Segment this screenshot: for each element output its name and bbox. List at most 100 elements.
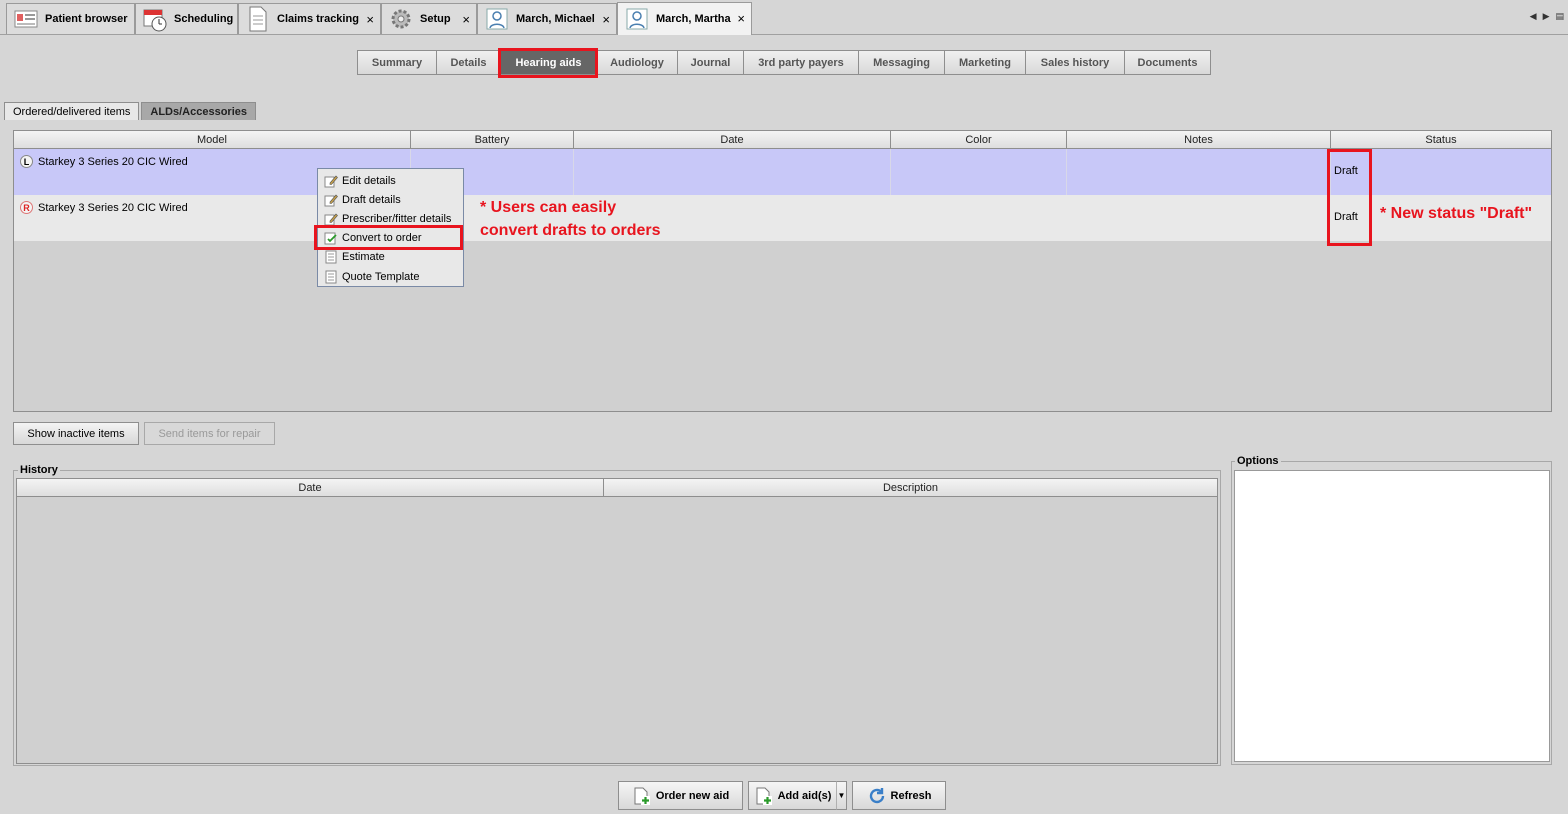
tab-label: March, Martha — [656, 13, 731, 25]
top-tab-bar: Patient browser Scheduling Claims tracki… — [0, 0, 1568, 35]
tab-claims-tracking[interactable]: Claims tracking × — [238, 3, 381, 34]
order-new-aid-button[interactable]: Order new aid — [618, 781, 743, 810]
tab-label: March, Michael — [516, 13, 595, 25]
tab-label: Setup — [420, 13, 451, 25]
color-cell — [891, 195, 1067, 241]
history-title: History — [18, 464, 60, 476]
calendar-clock-icon — [142, 6, 168, 32]
menu-item-label: Quote Template — [342, 270, 420, 283]
scroll-left-icon[interactable]: ◀ — [1530, 11, 1537, 22]
tab-patient-browser[interactable]: Patient browser — [6, 3, 135, 34]
annotation-line: convert drafts to orders — [480, 222, 661, 239]
tab-label: Claims tracking — [277, 13, 359, 25]
document-list-icon — [324, 270, 338, 284]
menu-item-convert-to-order[interactable]: Convert to order — [318, 229, 463, 248]
status-cell: Draft — [1331, 149, 1551, 195]
menu-item-label: Convert to order — [342, 232, 422, 245]
tab-sales-history[interactable]: Sales history — [1026, 50, 1125, 75]
close-icon[interactable]: × — [737, 11, 745, 26]
add-document-icon — [632, 786, 652, 806]
model-text: Starkey 3 Series 20 CIC Wired — [38, 155, 188, 168]
column-header[interactable]: Notes — [1067, 131, 1331, 149]
menu-item-label: Edit details — [342, 174, 396, 187]
model-text: Starkey 3 Series 20 CIC Wired — [38, 201, 188, 214]
tab-march-martha[interactable]: March, Martha × — [617, 2, 752, 35]
table-header: Model Battery Date Color Notes Status — [14, 131, 1551, 149]
show-inactive-items-button[interactable]: Show inactive items — [13, 422, 139, 445]
pencil-icon — [324, 212, 338, 226]
scroll-right-icon[interactable]: ▶ — [1543, 11, 1550, 22]
context-menu: Edit details Draft details Prescriber/fi… — [317, 168, 464, 287]
menu-item-draft-details[interactable]: Draft details — [318, 190, 463, 209]
tab-hearing-aids[interactable]: Hearing aids — [501, 50, 597, 75]
document-list-icon — [324, 250, 338, 264]
button-label: Refresh — [890, 789, 932, 802]
refresh-button[interactable]: Refresh — [852, 781, 946, 810]
column-header[interactable]: Model — [14, 131, 411, 149]
patient-browser-icon — [13, 6, 39, 32]
history-table: Date Description — [16, 478, 1218, 764]
table-row[interactable]: L Starkey 3 Series 20 CIC Wired Draft — [14, 149, 1551, 195]
table-row[interactable]: R Starkey 3 Series 20 CIC Wired Draft — [14, 195, 1551, 241]
tab-marketing[interactable]: Marketing — [945, 50, 1026, 75]
close-icon[interactable]: × — [366, 12, 374, 27]
add-aids-button[interactable]: Add aid(s) — [748, 781, 837, 810]
notes-cell — [1067, 149, 1331, 195]
left-ear-badge: L — [20, 155, 33, 168]
tab-ordered-delivered[interactable]: Ordered/delivered items — [4, 102, 140, 120]
tab-label: Patient browser — [45, 13, 128, 25]
options-title: Options — [1235, 455, 1281, 467]
annotation-line: * Users can easily — [480, 199, 617, 216]
tab-alds-accessories[interactable]: ALDs/Accessories — [141, 102, 256, 120]
menu-item-label: Estimate — [342, 251, 385, 264]
column-header[interactable]: Color — [891, 131, 1067, 149]
tab-summary[interactable]: Summary — [357, 50, 437, 75]
tab-journal[interactable]: Journal — [678, 50, 744, 75]
tab-documents[interactable]: Documents — [1125, 50, 1211, 75]
close-icon[interactable]: × — [602, 12, 610, 27]
color-cell — [891, 149, 1067, 195]
table-header: Date Description — [17, 479, 1217, 497]
status-text: Draft — [1334, 165, 1358, 177]
inner-tab-bar: Ordered/delivered items ALDs/Accessories — [4, 102, 256, 120]
convert-check-icon — [324, 231, 338, 245]
send-items-for-repair-button[interactable]: Send items for repair — [144, 422, 275, 445]
tab-march-michael[interactable]: March, Michael × — [477, 3, 617, 34]
tab-3rd-party-payers[interactable]: 3rd party payers — [744, 50, 859, 75]
column-header[interactable]: Date — [574, 131, 891, 149]
menu-item-estimate[interactable]: Estimate — [318, 248, 463, 267]
menu-item-edit-details[interactable]: Edit details — [318, 171, 463, 190]
column-header[interactable]: Description — [604, 479, 1217, 497]
close-icon[interactable]: × — [462, 12, 470, 27]
tab-list-icon[interactable]: ▤ — [1555, 11, 1564, 22]
column-header[interactable]: Battery — [411, 131, 574, 149]
button-label: Add aid(s) — [777, 789, 832, 802]
status-text: Draft — [1334, 211, 1358, 223]
notes-cell — [1067, 195, 1331, 241]
menu-item-label: Prescriber/fitter details — [342, 212, 452, 225]
tab-details[interactable]: Details — [437, 50, 501, 75]
pencil-icon — [324, 193, 338, 207]
person-icon — [624, 6, 650, 32]
options-panel — [1234, 470, 1550, 762]
tab-scheduling[interactable]: Scheduling — [135, 3, 238, 34]
tab-setup[interactable]: Setup × — [381, 3, 477, 34]
gear-icon — [388, 6, 414, 32]
add-aids-dropdown-icon[interactable]: ▼ — [836, 781, 847, 810]
menu-item-label: Draft details — [342, 193, 401, 206]
refresh-icon — [867, 786, 887, 806]
tab-audiology[interactable]: Audiology — [597, 50, 678, 75]
tab-messaging[interactable]: Messaging — [859, 50, 945, 75]
tab-scroll-controls: ◀ ▶ ▤ — [1530, 11, 1564, 22]
button-label: Order new aid — [655, 789, 730, 802]
tab-label: Scheduling — [174, 13, 234, 25]
column-header[interactable]: Date — [17, 479, 604, 497]
items-table: Model Battery Date Color Notes Status L … — [13, 130, 1552, 412]
column-header[interactable]: Status — [1331, 131, 1551, 149]
menu-item-prescriber-fitter-details[interactable]: Prescriber/fitter details — [318, 209, 463, 228]
annotation-status: * New status "Draft" — [1380, 205, 1533, 222]
menu-item-quote-template[interactable]: Quote Template — [318, 267, 463, 286]
person-icon — [484, 6, 510, 32]
pencil-icon — [324, 174, 338, 188]
date-cell — [574, 149, 891, 195]
